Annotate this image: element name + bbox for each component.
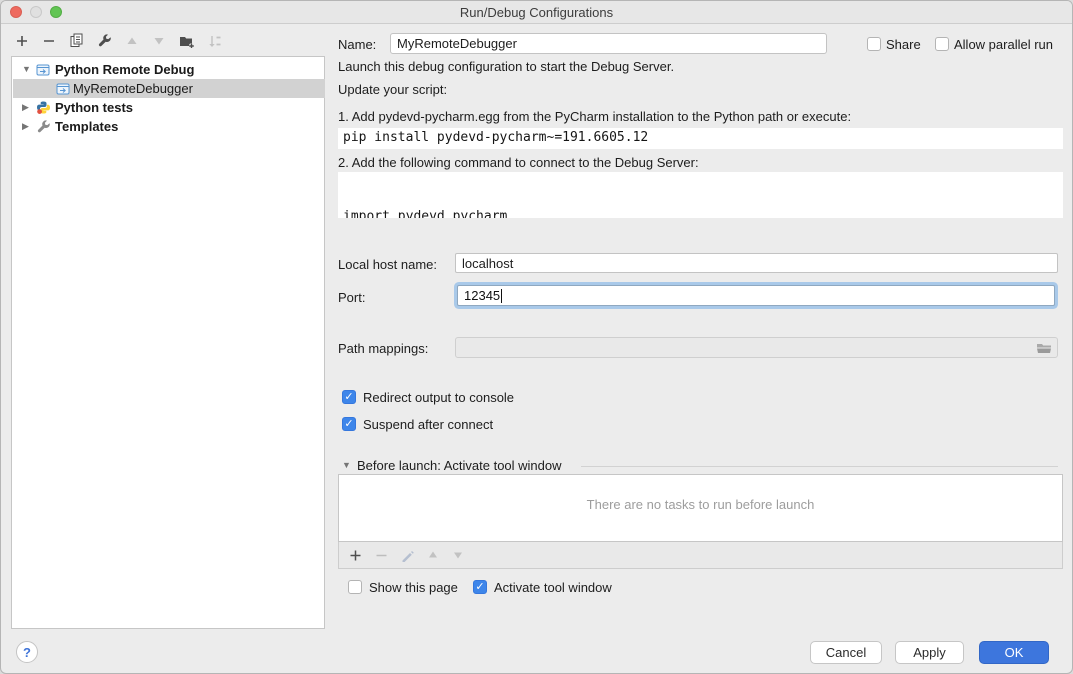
- show-this-page-checkbox[interactable]: [348, 580, 362, 594]
- help-button[interactable]: ?: [16, 641, 38, 663]
- redirect-output-label: Redirect output to console: [363, 390, 514, 405]
- configurations-tree: Python Remote Debug MyRemoteDebugger Pyt…: [11, 56, 325, 629]
- move-task-down-icon: [452, 549, 464, 561]
- edit-defaults-wrench-icon[interactable]: [97, 33, 112, 48]
- pip-install-snippet[interactable]: pip install pydevd-pycharm~=191.6605.12: [338, 128, 1063, 149]
- tree-item-myremotedebugger[interactable]: MyRemoteDebugger: [13, 79, 325, 98]
- activate-tool-window-checkbox[interactable]: [473, 580, 487, 594]
- tree-item-label: Python Remote Debug: [55, 62, 194, 77]
- new-folder-icon[interactable]: [179, 34, 195, 48]
- allow-parallel-run-checkbox[interactable]: [935, 37, 949, 51]
- local-host-name-label: Local host name:: [338, 257, 437, 272]
- move-task-up-icon: [427, 549, 439, 561]
- settrace-snippet[interactable]: import pydevd_pycharm pydevd_pycharm.set…: [338, 172, 1063, 218]
- settrace-line-1: import pydevd_pycharm: [343, 208, 1058, 218]
- before-launch-header: Before launch: Activate tool window: [357, 458, 562, 473]
- add-task-icon[interactable]: [349, 549, 362, 562]
- task-list-toolbar: [338, 542, 1063, 569]
- chevron-right-icon[interactable]: [22, 121, 29, 132]
- share-label: Share: [886, 37, 921, 52]
- remote-debug-icon: [56, 82, 70, 96]
- activate-tool-window-label: Activate tool window: [494, 580, 612, 595]
- ok-button[interactable]: OK: [979, 641, 1049, 664]
- tree-item-templates[interactable]: Templates: [13, 117, 325, 136]
- remote-debug-icon: [36, 63, 50, 77]
- add-icon[interactable]: [15, 34, 29, 48]
- python-tests-icon: [36, 100, 51, 115]
- name-input[interactable]: [390, 33, 827, 54]
- tree-item-label: Python tests: [55, 100, 133, 115]
- description-line-2: Update your script:: [338, 82, 447, 97]
- window-title: Run/Debug Configurations: [1, 5, 1072, 20]
- remove-task-icon: [375, 549, 388, 562]
- share-checkbox[interactable]: [867, 37, 881, 51]
- wrench-icon: [36, 119, 51, 134]
- tree-item-label: Templates: [55, 119, 118, 134]
- show-this-page-label: Show this page: [369, 580, 458, 595]
- move-up-icon: [125, 34, 139, 48]
- redirect-output-checkbox[interactable]: [342, 390, 356, 404]
- cancel-button[interactable]: Cancel: [810, 641, 882, 664]
- tree-item-python-tests[interactable]: Python tests: [13, 98, 325, 117]
- local-host-name-input[interactable]: [455, 253, 1058, 273]
- apply-button[interactable]: Apply: [895, 641, 964, 664]
- description-line-1: Launch this debug configuration to start…: [338, 59, 674, 74]
- port-input[interactable]: 12345: [457, 285, 1055, 306]
- port-label: Port:: [338, 290, 365, 305]
- path-mappings-label: Path mappings:: [338, 341, 428, 356]
- chevron-right-icon[interactable]: [22, 102, 29, 113]
- tree-item-label: MyRemoteDebugger: [73, 81, 193, 96]
- sort-alphabetically-icon: [208, 34, 222, 48]
- run-debug-configurations-dialog: Run/Debug Configurations Python Remote D…: [0, 0, 1073, 674]
- suspend-after-connect-checkbox[interactable]: [342, 417, 356, 431]
- tree-toolbar: [15, 33, 222, 48]
- copy-icon[interactable]: [69, 33, 84, 48]
- step1-text: 1. Add pydevd-pycharm.egg from the PyCha…: [338, 109, 851, 124]
- before-launch-collapse-icon[interactable]: [342, 460, 351, 470]
- edit-task-pencil-icon: [401, 549, 414, 562]
- text-caret: [501, 289, 502, 303]
- chevron-down-icon[interactable]: [22, 64, 31, 74]
- browse-folder-icon[interactable]: [1036, 341, 1052, 355]
- suspend-after-connect-label: Suspend after connect: [363, 417, 493, 432]
- path-mappings-input[interactable]: [455, 337, 1058, 358]
- before-launch-task-list: There are no tasks to run before launch: [338, 474, 1063, 542]
- titlebar: Run/Debug Configurations: [1, 1, 1072, 24]
- move-down-icon: [152, 34, 166, 48]
- port-value: 12345: [464, 288, 500, 303]
- step2-text: 2. Add the following command to connect …: [338, 155, 699, 170]
- section-divider: [581, 466, 1058, 467]
- name-label: Name:: [338, 37, 376, 52]
- allow-parallel-run-label: Allow parallel run: [954, 37, 1053, 52]
- tree-item-python-remote-debug[interactable]: Python Remote Debug: [13, 60, 325, 79]
- empty-task-list-text: There are no tasks to run before launch: [339, 497, 1062, 512]
- remove-icon[interactable]: [42, 34, 56, 48]
